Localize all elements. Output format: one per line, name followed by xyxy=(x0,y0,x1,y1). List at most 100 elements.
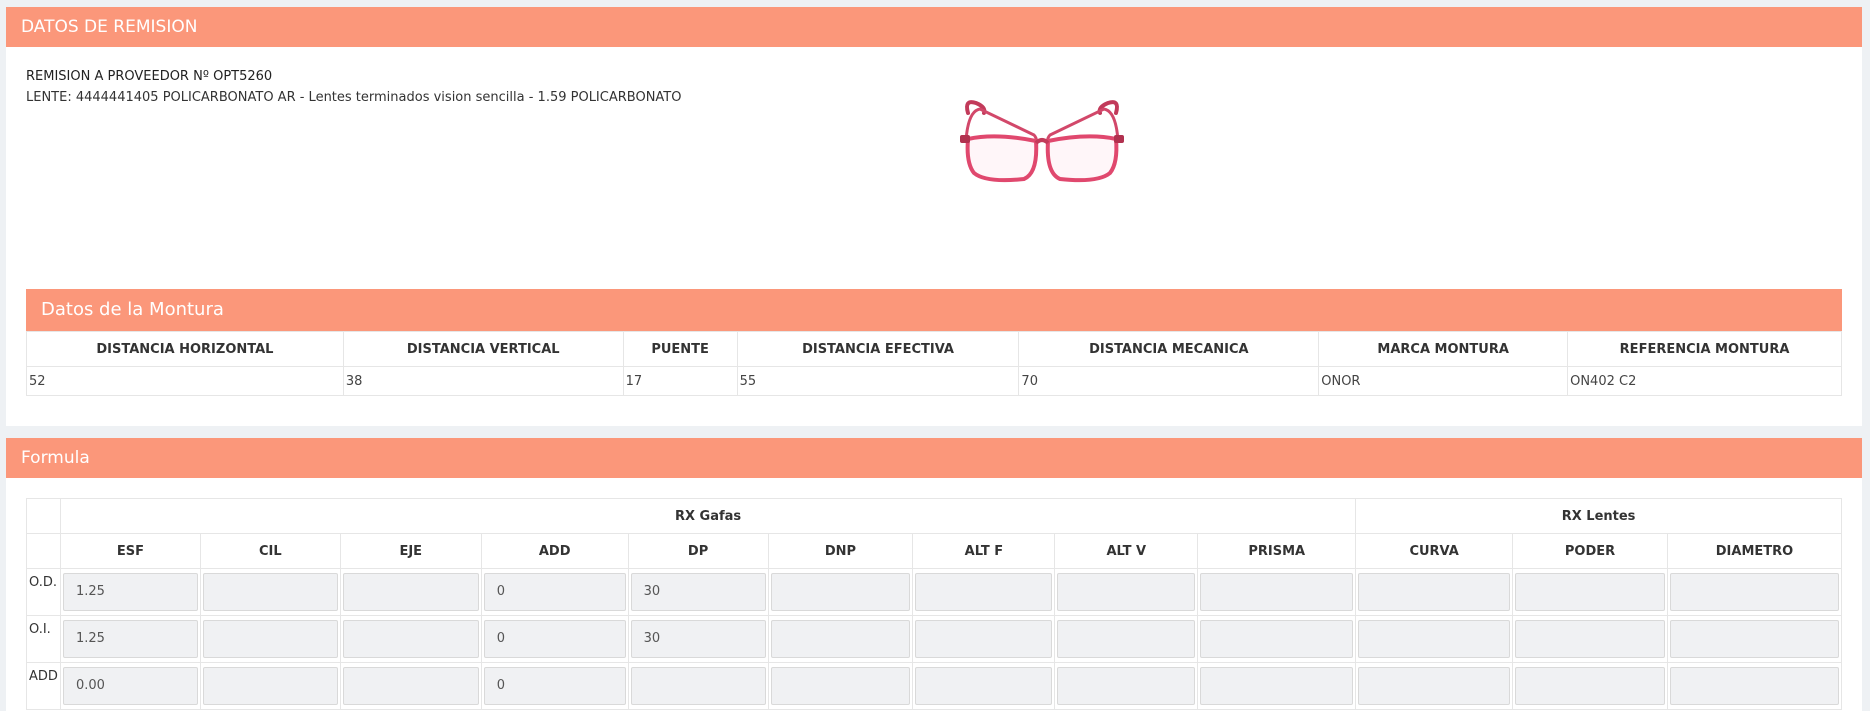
value-puente: 17 xyxy=(622,366,738,396)
formula-cell: 0 xyxy=(480,568,629,616)
oi-alt-v-field[interactable] xyxy=(1057,620,1196,658)
od-dp-field[interactable]: 30 xyxy=(630,573,766,611)
remision-provider-number: REMISION A PROVEEDOR Nº OPT5260 xyxy=(26,69,273,84)
formula-card-title: Formula xyxy=(6,438,1862,478)
value-distancia-vertical: 38 xyxy=(342,366,624,396)
add-cil-field[interactable] xyxy=(202,667,338,705)
formula-row-label: ADD xyxy=(26,662,61,710)
formula-row-label: O.D. xyxy=(26,568,61,616)
formula-cell xyxy=(1512,662,1668,710)
group-rx-gafas: RX Gafas xyxy=(59,498,1357,534)
formula-card: Formula RX Gafas RX Lentes ESF CIL EJE A… xyxy=(6,438,1862,711)
header-poder: PODER xyxy=(1512,533,1668,569)
oi-esf-field[interactable]: 1.25 xyxy=(62,620,198,658)
formula-cell xyxy=(1197,615,1357,663)
formula-row-od: O.D. 1.25 0 30 xyxy=(26,568,1843,616)
formula-cell: 0.00 xyxy=(59,662,201,710)
formula-cell xyxy=(767,662,914,710)
group-rx-lentes: RX Lentes xyxy=(1355,498,1842,534)
oi-alt-f-field[interactable] xyxy=(915,620,1053,658)
header-esf: ESF xyxy=(59,533,201,569)
od-add-field[interactable]: 0 xyxy=(483,573,626,611)
oi-prisma-field[interactable] xyxy=(1200,620,1354,658)
formula-corner-cell xyxy=(26,498,61,534)
formula-cell xyxy=(1355,662,1514,710)
header-dp: DP xyxy=(627,533,769,569)
od-alt-v-field[interactable] xyxy=(1057,573,1196,611)
value-referencia-montura: ON402 C2 xyxy=(1567,366,1842,396)
add-alt-f-field[interactable] xyxy=(915,667,1053,705)
add-alt-v-field[interactable] xyxy=(1057,667,1196,705)
lens-description: LENTE: 4444441405 POLICARBONATO AR - Len… xyxy=(26,90,682,105)
od-curva-field[interactable] xyxy=(1358,573,1511,611)
formula-cell xyxy=(1355,615,1514,663)
formula-cell xyxy=(912,615,1056,663)
formula-cell xyxy=(199,615,341,663)
value-distancia-horizontal: 52 xyxy=(26,366,344,396)
add-prisma-field[interactable] xyxy=(1200,667,1354,705)
formula-cell xyxy=(339,662,482,710)
header-curva: CURVA xyxy=(1355,533,1514,569)
add-diametro-field[interactable] xyxy=(1669,667,1839,705)
od-diametro-field[interactable] xyxy=(1669,573,1839,611)
od-eje-field[interactable] xyxy=(342,573,479,611)
add-eje-field[interactable] xyxy=(342,667,479,705)
add-dnp-field[interactable] xyxy=(770,667,911,705)
formula-group-row: RX Gafas RX Lentes xyxy=(26,498,1842,534)
formula-cell xyxy=(1054,662,1199,710)
oi-curva-field[interactable] xyxy=(1358,620,1511,658)
formula-cell xyxy=(339,615,482,663)
montura-section-title: Datos de la Montura xyxy=(26,289,1842,331)
formula-cell: 1.25 xyxy=(59,568,201,616)
header-alt-f: ALT F xyxy=(912,533,1056,569)
formula-cell xyxy=(1512,615,1668,663)
formula-cell xyxy=(912,568,1056,616)
value-distancia-mecanica: 70 xyxy=(1018,366,1320,396)
od-cil-field[interactable] xyxy=(202,573,338,611)
formula-cell xyxy=(627,662,769,710)
header-distancia-vertical: DISTANCIA VERTICAL xyxy=(342,331,624,367)
add-dp-field[interactable] xyxy=(630,667,766,705)
formula-cell xyxy=(339,568,482,616)
formula-cell xyxy=(767,568,914,616)
formula-cell xyxy=(1666,615,1843,663)
formula-cell xyxy=(1197,662,1357,710)
oi-add-field[interactable]: 0 xyxy=(483,620,626,658)
header-distancia-mecanica: DISTANCIA MECANICA xyxy=(1018,331,1320,367)
eyeglasses-frame-image xyxy=(960,100,1124,183)
header-puente: PUENTE xyxy=(622,331,738,367)
header-diametro: DIAMETRO xyxy=(1666,533,1843,569)
od-alt-f-field[interactable] xyxy=(915,573,1053,611)
oi-dnp-field[interactable] xyxy=(770,620,911,658)
remision-card-title: DATOS DE REMISION xyxy=(6,7,1862,47)
oi-dp-field[interactable]: 30 xyxy=(630,620,766,658)
add-curva-field[interactable] xyxy=(1358,667,1511,705)
formula-cell xyxy=(1054,568,1199,616)
oi-diametro-field[interactable] xyxy=(1669,620,1839,658)
add-esf-field[interactable]: 0.00 xyxy=(62,667,198,705)
oi-cil-field[interactable] xyxy=(202,620,338,658)
value-marca-montura: ONOR xyxy=(1318,366,1569,396)
formula-cell xyxy=(912,662,1056,710)
formula-cell xyxy=(199,662,341,710)
header-add: ADD xyxy=(480,533,629,569)
od-prisma-field[interactable] xyxy=(1200,573,1354,611)
formula-row-label: O.I. xyxy=(26,615,61,663)
formula-row-add: ADD 0.00 0 xyxy=(26,662,1843,710)
add-add-field[interactable]: 0 xyxy=(483,667,626,705)
header-alt-v: ALT V xyxy=(1054,533,1199,569)
formula-cell xyxy=(1666,568,1843,616)
header-cil: CIL xyxy=(199,533,341,569)
remision-card: DATOS DE REMISION REMISION A PROVEEDOR N… xyxy=(6,7,1862,426)
formula-cell: 0 xyxy=(480,662,629,710)
montura-header-row: DISTANCIA HORIZONTAL DISTANCIA VERTICAL … xyxy=(26,331,1842,367)
od-poder-field[interactable] xyxy=(1515,573,1665,611)
formula-cell: 1.25 xyxy=(59,615,201,663)
oi-poder-field[interactable] xyxy=(1515,620,1665,658)
od-esf-field[interactable]: 1.25 xyxy=(62,573,198,611)
od-dnp-field[interactable] xyxy=(770,573,911,611)
formula-cell xyxy=(1512,568,1668,616)
oi-eje-field[interactable] xyxy=(342,620,479,658)
formula-cell xyxy=(1054,615,1199,663)
add-poder-field[interactable] xyxy=(1515,667,1665,705)
